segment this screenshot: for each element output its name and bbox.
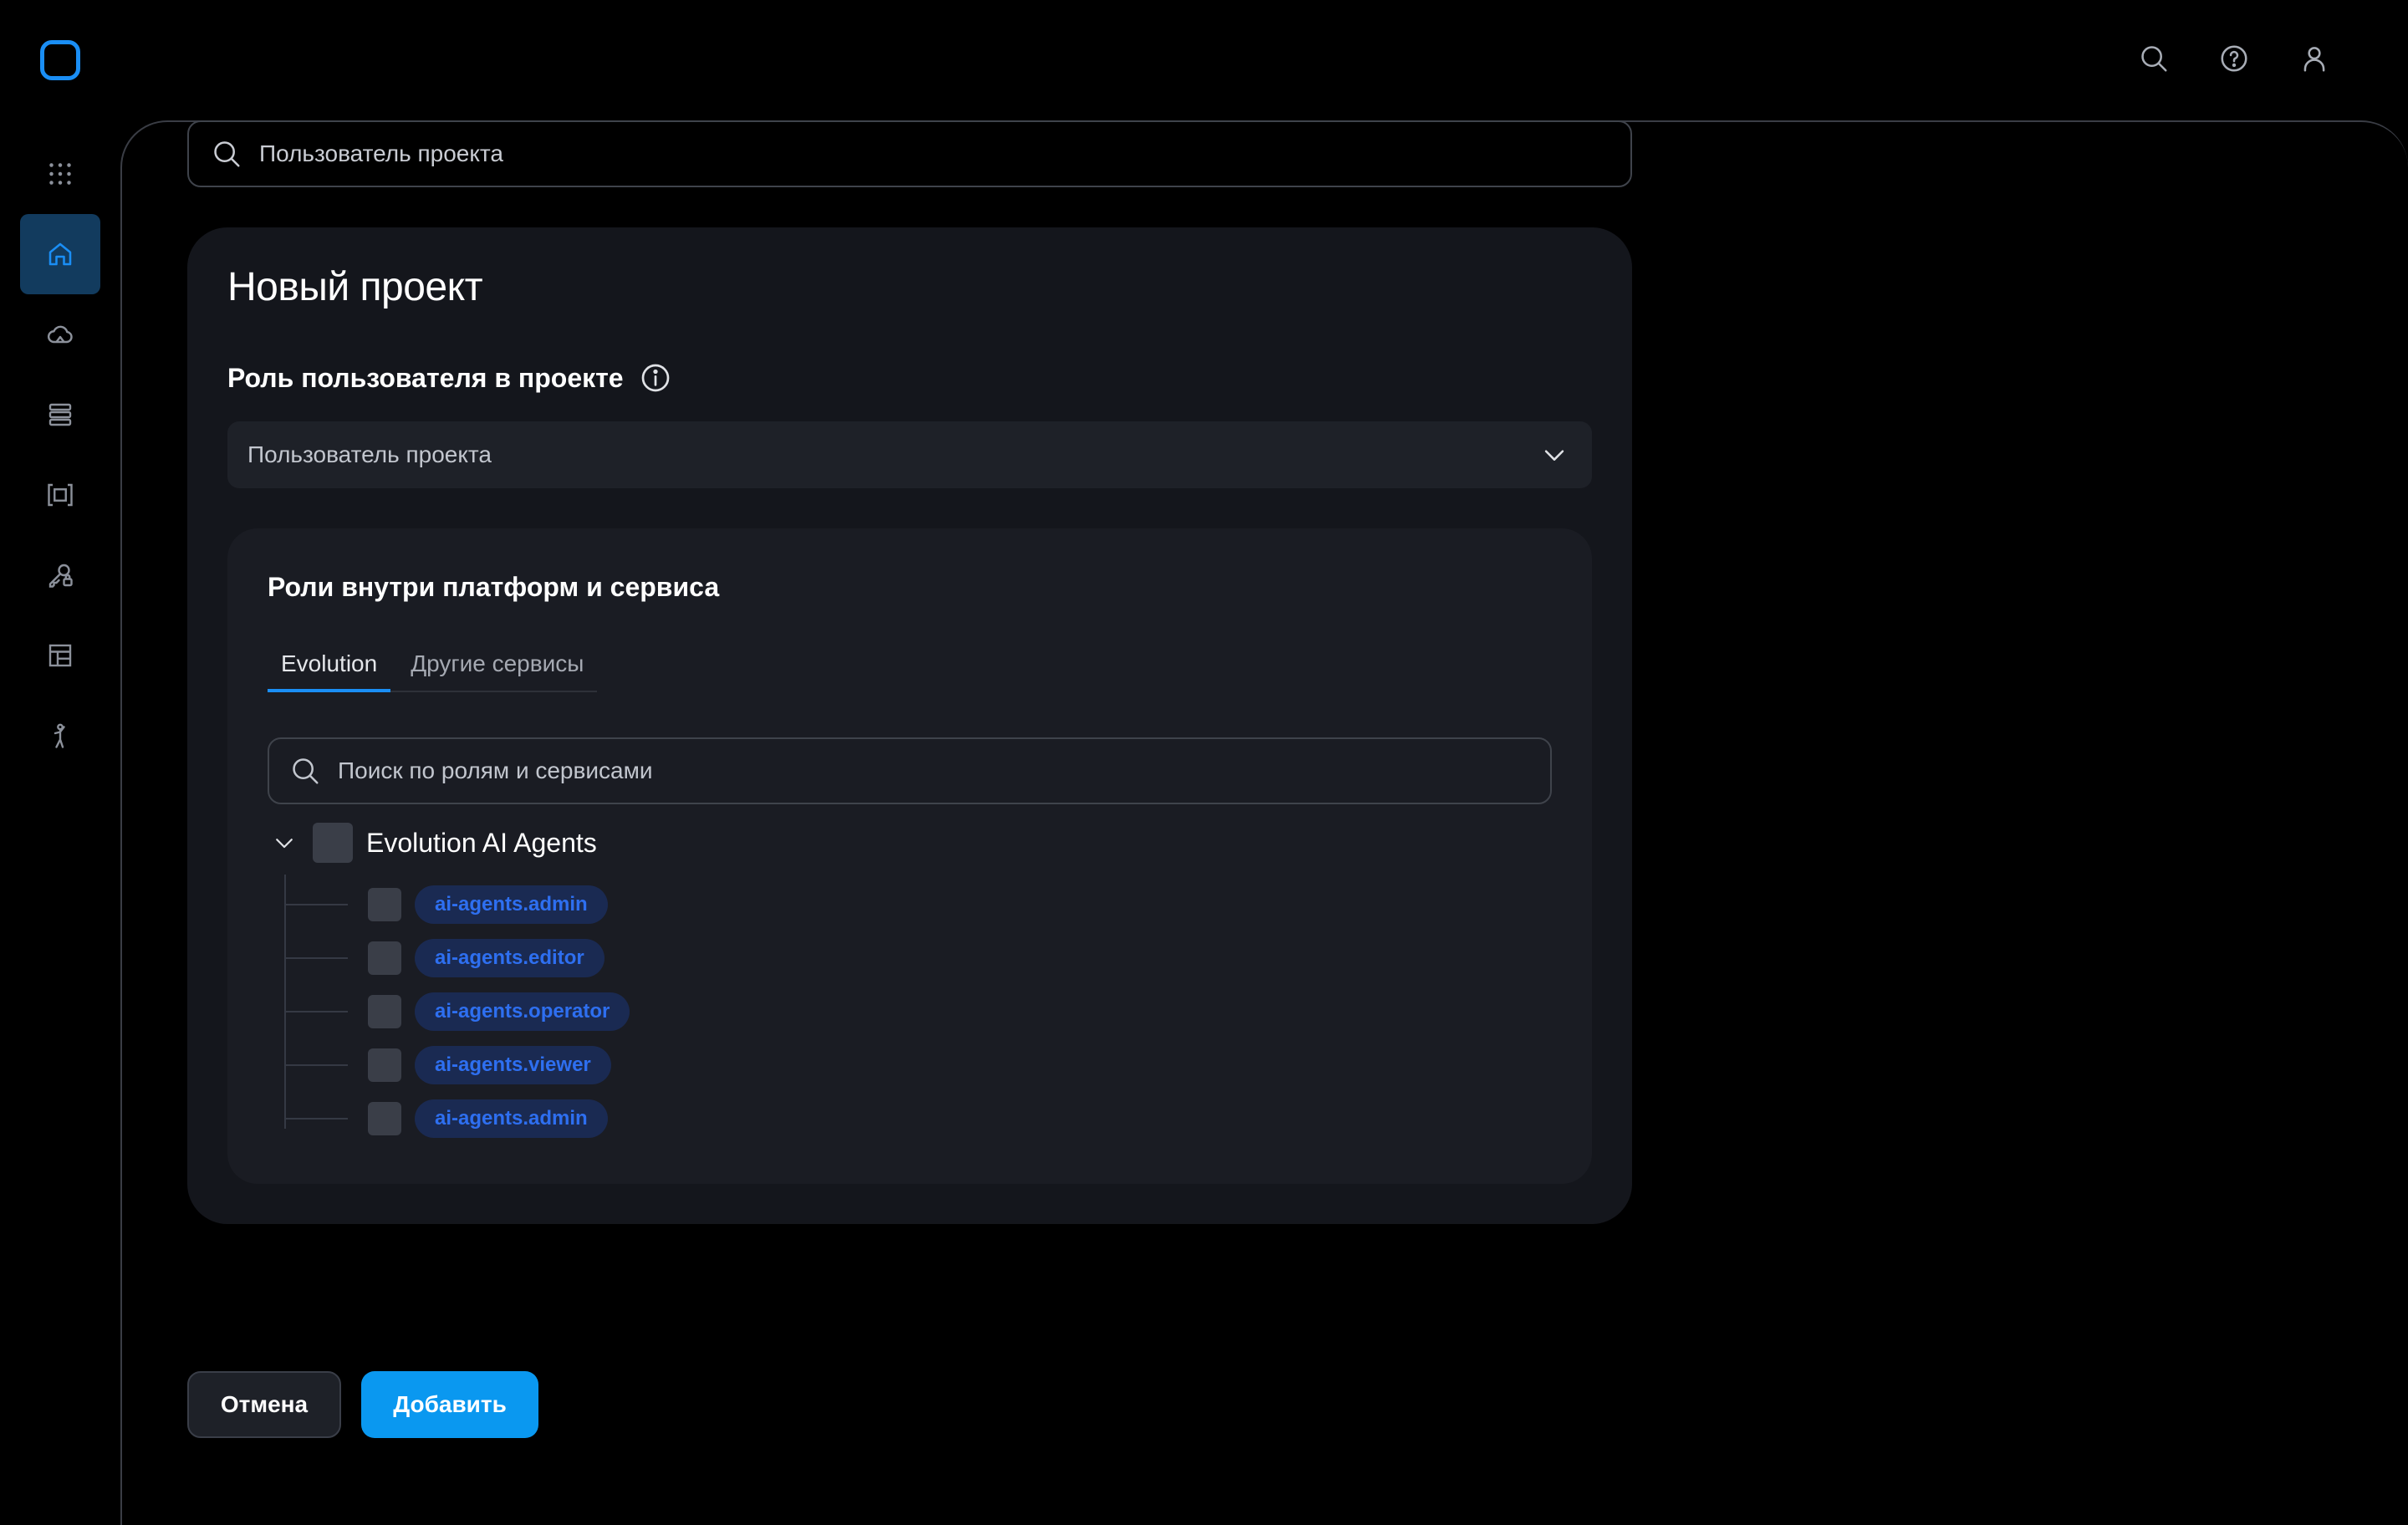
info-icon[interactable] bbox=[639, 361, 672, 395]
role-select[interactable]: Пользователь проекта bbox=[227, 421, 1592, 488]
sidebar-item-layout[interactable] bbox=[20, 615, 100, 696]
container-icon bbox=[48, 483, 73, 507]
tree-branch bbox=[284, 957, 348, 959]
cloud-icon bbox=[47, 325, 73, 344]
role-tag[interactable]: ai-agents.admin bbox=[415, 885, 608, 924]
tab-other-services[interactable]: Другие сервисы bbox=[397, 650, 597, 691]
service-tabs: Evolution Другие сервисы bbox=[268, 650, 598, 692]
search-icon bbox=[293, 758, 319, 784]
role-tag[interactable]: ai-agents.operator bbox=[415, 992, 630, 1031]
role-select-value: Пользователь проекта bbox=[247, 441, 492, 467]
sidebar-item-apps[interactable] bbox=[20, 134, 100, 214]
sidebar-item-security[interactable] bbox=[20, 535, 100, 615]
user-icon[interactable] bbox=[2298, 40, 2331, 77]
sidebar-item-cloud[interactable] bbox=[20, 294, 100, 375]
apps-grid-icon bbox=[49, 163, 71, 185]
roles-search-placeholder: Поиск по ролям и сервисами bbox=[338, 757, 653, 783]
sidebar bbox=[20, 134, 100, 776]
accessibility-icon bbox=[54, 723, 65, 748]
sidebar-item-database[interactable] bbox=[20, 375, 100, 455]
role-item: ai-agents.operator bbox=[284, 992, 630, 1032]
role-checkbox[interactable] bbox=[368, 995, 401, 1028]
new-project-card: Новый проект Роль пользователя в проекте… bbox=[187, 227, 1632, 1224]
search-icon bbox=[214, 141, 240, 167]
role-item: ai-agents.admin bbox=[284, 885, 608, 925]
role-label: Роль пользователя в проекте bbox=[227, 361, 672, 395]
role-label-text: Роль пользователя в проекте bbox=[227, 362, 624, 393]
header-actions bbox=[2137, 40, 2331, 77]
top-search-input[interactable]: Пользователь проекта bbox=[187, 120, 1632, 187]
tree-branch bbox=[284, 1011, 348, 1012]
database-icon bbox=[48, 403, 72, 426]
page-title: Новый проект bbox=[227, 265, 483, 309]
role-item: ai-agents.viewer bbox=[284, 1045, 611, 1085]
roles-section-title: Роли внутри платформ и сервиса bbox=[268, 572, 720, 602]
group-label: Evolution AI Agents bbox=[366, 827, 597, 858]
tree-branch bbox=[284, 904, 348, 905]
sidebar-item-containers[interactable] bbox=[20, 455, 100, 535]
role-item: ai-agents.editor bbox=[284, 938, 605, 978]
collapse-toggle[interactable] bbox=[268, 826, 301, 859]
role-checkbox[interactable] bbox=[368, 1102, 401, 1135]
sidebar-item-home[interactable] bbox=[20, 214, 100, 294]
chevron-down-icon bbox=[1544, 450, 1564, 461]
chevron-down-icon bbox=[276, 839, 293, 849]
role-checkbox[interactable] bbox=[368, 1048, 401, 1082]
tab-evolution[interactable]: Evolution bbox=[268, 650, 391, 692]
app-logo[interactable] bbox=[40, 40, 80, 80]
tree-branch bbox=[284, 1118, 348, 1120]
help-icon[interactable] bbox=[2217, 40, 2251, 77]
role-tag[interactable]: ai-agents.editor bbox=[415, 939, 605, 977]
role-tag[interactable]: ai-agents.admin bbox=[415, 1099, 608, 1138]
role-checkbox[interactable] bbox=[368, 888, 401, 921]
tree-branch bbox=[284, 1064, 348, 1066]
role-checkbox[interactable] bbox=[368, 941, 401, 975]
search-icon[interactable] bbox=[2137, 40, 2171, 77]
roles-section: Роли внутри платформ и сервиса Evolution… bbox=[227, 528, 1592, 1184]
sidebar-item-accessibility[interactable] bbox=[20, 696, 100, 776]
role-item: ai-agents.admin bbox=[284, 1099, 608, 1139]
layout-icon bbox=[48, 644, 72, 667]
group-checkbox[interactable] bbox=[313, 823, 353, 863]
roles-search-input[interactable]: Поиск по ролям и сервисами bbox=[268, 737, 1552, 804]
key-lock-icon bbox=[48, 564, 73, 588]
role-tag[interactable]: ai-agents.viewer bbox=[415, 1046, 611, 1084]
home-icon bbox=[48, 242, 72, 266]
add-button[interactable]: Добавить bbox=[361, 1371, 538, 1438]
top-search-value: Пользователь проекта bbox=[259, 140, 504, 166]
cancel-button[interactable]: Отмена bbox=[187, 1371, 341, 1438]
service-group-row: Evolution AI Agents bbox=[268, 821, 597, 865]
